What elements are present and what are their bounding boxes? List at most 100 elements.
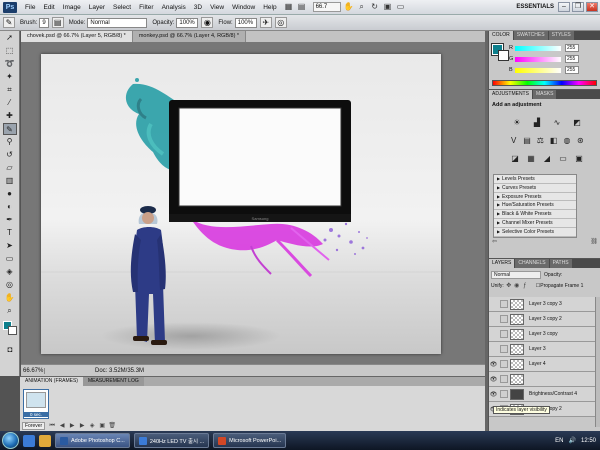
workspace-switcher[interactable]: ESSENTIALS [516, 4, 554, 10]
hand-icon[interactable]: ✋ [344, 2, 354, 12]
type-tool-icon[interactable]: T [3, 227, 17, 239]
crop-tool-icon[interactable]: ⌗ [3, 84, 17, 96]
layer-row[interactable]: 👁 Brightness/Contrast 4 [489, 387, 595, 402]
brush-panel-icon[interactable]: ▤ [51, 17, 64, 28]
preset-exposure[interactable]: ▶ Exposure Presets [494, 193, 576, 202]
move-tool-icon[interactable]: ➚ [3, 32, 17, 44]
previous-frame-icon[interactable]: ◀ [58, 423, 66, 430]
channel-mixer-icon[interactable]: ⊛ [575, 136, 586, 145]
unify-style-icon[interactable]: ƒ [522, 283, 528, 289]
layer-row[interactable]: Layer 3 copy [489, 327, 595, 342]
tab-color[interactable]: COLOR [489, 31, 513, 40]
path-select-tool-icon[interactable]: ➤ [3, 240, 17, 252]
brush-size-picker[interactable]: 9 [39, 17, 49, 28]
black-white-icon[interactable]: ◧ [548, 136, 559, 145]
screen-mode-icon[interactable]: ▭ [396, 2, 406, 12]
tab-animation-frames[interactable]: ANIMATION (FRAMES) [20, 377, 83, 386]
tab-monkey[interactable]: monkey.psd @ 66.7% (Layer 4, RGB/8) * [132, 31, 247, 42]
color-balance-icon[interactable]: ⚖ [535, 136, 546, 145]
preset-hue-saturation[interactable]: ▶ Hue/Saturation Presets [494, 201, 576, 211]
posterize-icon[interactable]: ▦ [526, 154, 537, 163]
eye-icon[interactable]: 👁 [489, 376, 498, 383]
link-box[interactable] [500, 390, 508, 398]
clone-stamp-tool-icon[interactable]: ⚲ [3, 136, 17, 148]
ie-icon[interactable] [23, 434, 35, 447]
language-indicator[interactable]: EN [555, 438, 563, 444]
flow-input[interactable]: 100% [234, 17, 257, 28]
zoom-icon[interactable]: ⌕ [357, 2, 367, 12]
animation-frame-1[interactable]: 0 sec. [23, 389, 49, 419]
tab-channels[interactable]: CHANNELS [515, 259, 549, 268]
pen-tool-icon[interactable]: ✒ [3, 214, 17, 226]
tab-masks[interactable]: MASKS [532, 90, 557, 99]
unify-position-icon[interactable]: ✥ [506, 282, 512, 289]
exposure-icon[interactable]: ◩ [572, 118, 583, 127]
layer-row[interactable]: 👁 [489, 372, 595, 387]
history-brush-tool-icon[interactable]: ↺ [3, 149, 17, 161]
next-frame-icon[interactable]: ▶ [78, 423, 86, 430]
tab-styles[interactable]: STYLES [548, 31, 574, 40]
green-slider[interactable] [515, 56, 561, 62]
clip-icon[interactable]: ⛓ [590, 238, 598, 245]
menu-file[interactable]: File [21, 4, 39, 11]
status-zoom[interactable]: 66.67% [21, 367, 45, 374]
opacity-input[interactable]: 100% [176, 17, 199, 28]
eraser-tool-icon[interactable]: ▱ [3, 162, 17, 174]
link-box[interactable] [500, 330, 508, 338]
gradient-tool-icon[interactable]: ▥ [3, 175, 17, 187]
invert-icon[interactable]: ◪ [510, 154, 521, 163]
link-box[interactable] [500, 360, 508, 368]
mode-select[interactable]: Normal [87, 17, 148, 28]
levels-icon[interactable]: ▟ [532, 118, 543, 127]
menu-image[interactable]: Image [59, 4, 85, 11]
curves-icon[interactable]: ∿ [552, 118, 563, 127]
close-button[interactable]: ✕ [586, 2, 598, 12]
zoom-tool-icon[interactable]: ⌕ [3, 305, 17, 317]
mini-bridge-icon[interactable]: ▤ [297, 2, 307, 12]
shape-tool-icon[interactable]: ▭ [3, 253, 17, 265]
lasso-tool-icon[interactable]: ➰ [3, 58, 17, 70]
folder-icon[interactable] [39, 434, 51, 447]
arrange-documents-icon[interactable]: ▣ [383, 2, 393, 12]
layer-row[interactable]: 👁 Layer 4 [489, 357, 595, 372]
green-value[interactable]: 255 [565, 55, 579, 63]
background-color-chip[interactable] [498, 50, 509, 61]
first-frame-icon[interactable]: ⏮ [48, 423, 56, 430]
threshold-icon[interactable]: ◢ [542, 154, 553, 163]
minimize-button[interactable]: – [558, 2, 570, 12]
preset-levels[interactable]: ▶ Levels Presets [494, 175, 576, 184]
quick-select-tool-icon[interactable]: ✦ [3, 71, 17, 83]
unify-visibility-icon[interactable]: ◉ [514, 282, 520, 289]
eye-icon[interactable]: 👁 [489, 361, 498, 368]
hue-saturation-icon[interactable]: ▤ [521, 136, 532, 145]
document-canvas[interactable]: Samsung [41, 54, 441, 354]
taskbar-powerpoint[interactable]: Microsoft PowerPoi... [213, 433, 287, 448]
pressure-opacity-icon[interactable]: ◉ [201, 17, 214, 28]
selective-color-icon[interactable]: ▣ [574, 154, 585, 163]
frame-delay[interactable]: 0 sec. [24, 412, 48, 417]
taskbar-photoshop[interactable]: Adobe Photoshop C... [55, 433, 130, 448]
gradient-map-icon[interactable]: ▭ [558, 154, 569, 163]
blue-slider[interactable] [515, 67, 561, 73]
quick-mask-icon[interactable]: ◘ [3, 344, 17, 356]
3d-orbit-tool-icon[interactable]: ◎ [3, 279, 17, 291]
link-box[interactable] [500, 315, 508, 323]
blue-value[interactable]: 255 [565, 66, 579, 74]
tab-paths[interactable]: PATHS [549, 259, 572, 268]
menu-analysis[interactable]: Analysis [158, 4, 190, 11]
loop-select[interactable]: Forever [22, 422, 46, 430]
blend-mode-select[interactable]: Normal [491, 271, 541, 279]
layer-row[interactable]: Layer 3 copy 2 [489, 312, 595, 327]
delete-frame-icon[interactable]: 🗑 [108, 423, 116, 430]
volume-icon[interactable]: 🔊 [569, 437, 576, 444]
restore-button[interactable]: ❐ [572, 2, 584, 12]
tab-measurement-log[interactable]: MEASUREMENT LOG [82, 377, 144, 386]
red-slider[interactable] [515, 45, 561, 51]
background-color-swatch[interactable] [8, 326, 17, 335]
photo-filter-icon[interactable]: ◍ [561, 136, 572, 145]
canvas-area[interactable]: Samsung [21, 42, 485, 364]
preset-channel-mixer[interactable]: ▶ Channel Mixer Presets [494, 219, 576, 228]
marquee-tool-icon[interactable]: ⬚ [3, 45, 17, 57]
tab-chovek[interactable]: chovek.psd @ 66.7% (Layer 5, RGB/8) * [21, 31, 133, 42]
preset-curves[interactable]: ▶ Curves Presets [494, 184, 576, 193]
